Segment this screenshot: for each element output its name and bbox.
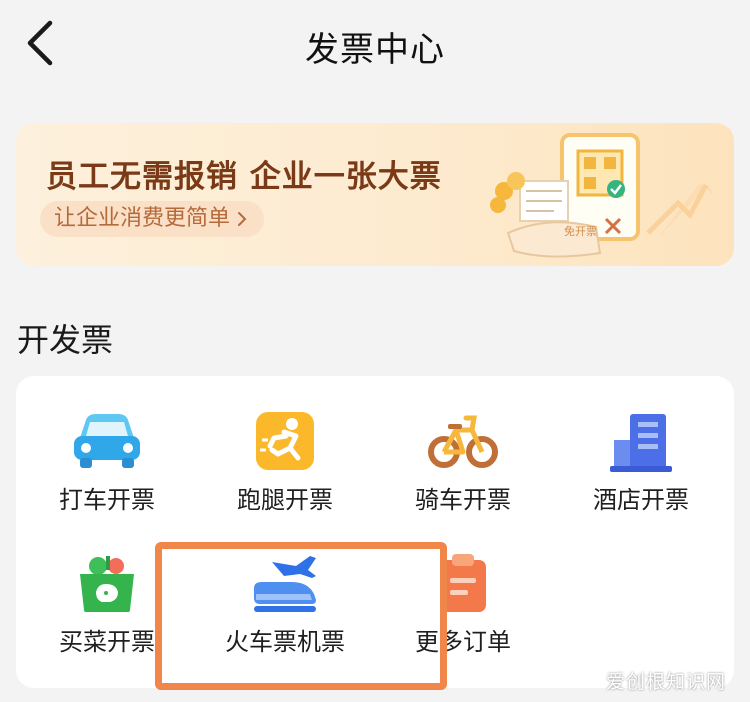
grid-item-label: 打车开票 <box>59 486 155 514</box>
chevron-right-icon <box>238 212 247 226</box>
grocery-basket-icon <box>80 556 134 612</box>
taxi-icon <box>74 414 140 468</box>
banner-subtitle-link[interactable]: 让企业消费更简单 <box>40 201 265 237</box>
selection-highlight-box <box>155 542 447 690</box>
header: 发票中心 <box>0 0 750 88</box>
grid-item-taxi[interactable]: 打车开票 <box>19 410 195 515</box>
hotel-icon <box>610 414 672 472</box>
grid-item-bike[interactable]: 骑车开票 <box>375 410 551 515</box>
runner-icon <box>256 412 314 470</box>
grid-item-hotel[interactable]: 酒店开票 <box>553 410 729 515</box>
page-title: 发票中心 <box>305 30 445 70</box>
bicycle-icon <box>428 415 498 468</box>
grid-item-label: 酒店开票 <box>593 486 689 514</box>
invoice-illustration: 免开票 <box>490 133 714 258</box>
banner-subtitle: 让企业消费更简单 <box>54 206 231 231</box>
section-title: 开发票 <box>17 321 114 359</box>
stamp-label: 免开票 <box>564 224 597 238</box>
grid-item-label: 跑腿开票 <box>237 486 333 514</box>
grid-item-errand[interactable]: 跑腿开票 <box>197 410 373 515</box>
watermark: 爱创根知识网 <box>605 671 726 693</box>
banner-title: 员工无需报销 企业一张大票 <box>46 159 442 195</box>
promo-banner[interactable]: 员工无需报销 企业一张大票 让企业消费更简单 免开票 <box>16 123 734 266</box>
grid-item-label: 骑车开票 <box>415 486 511 514</box>
